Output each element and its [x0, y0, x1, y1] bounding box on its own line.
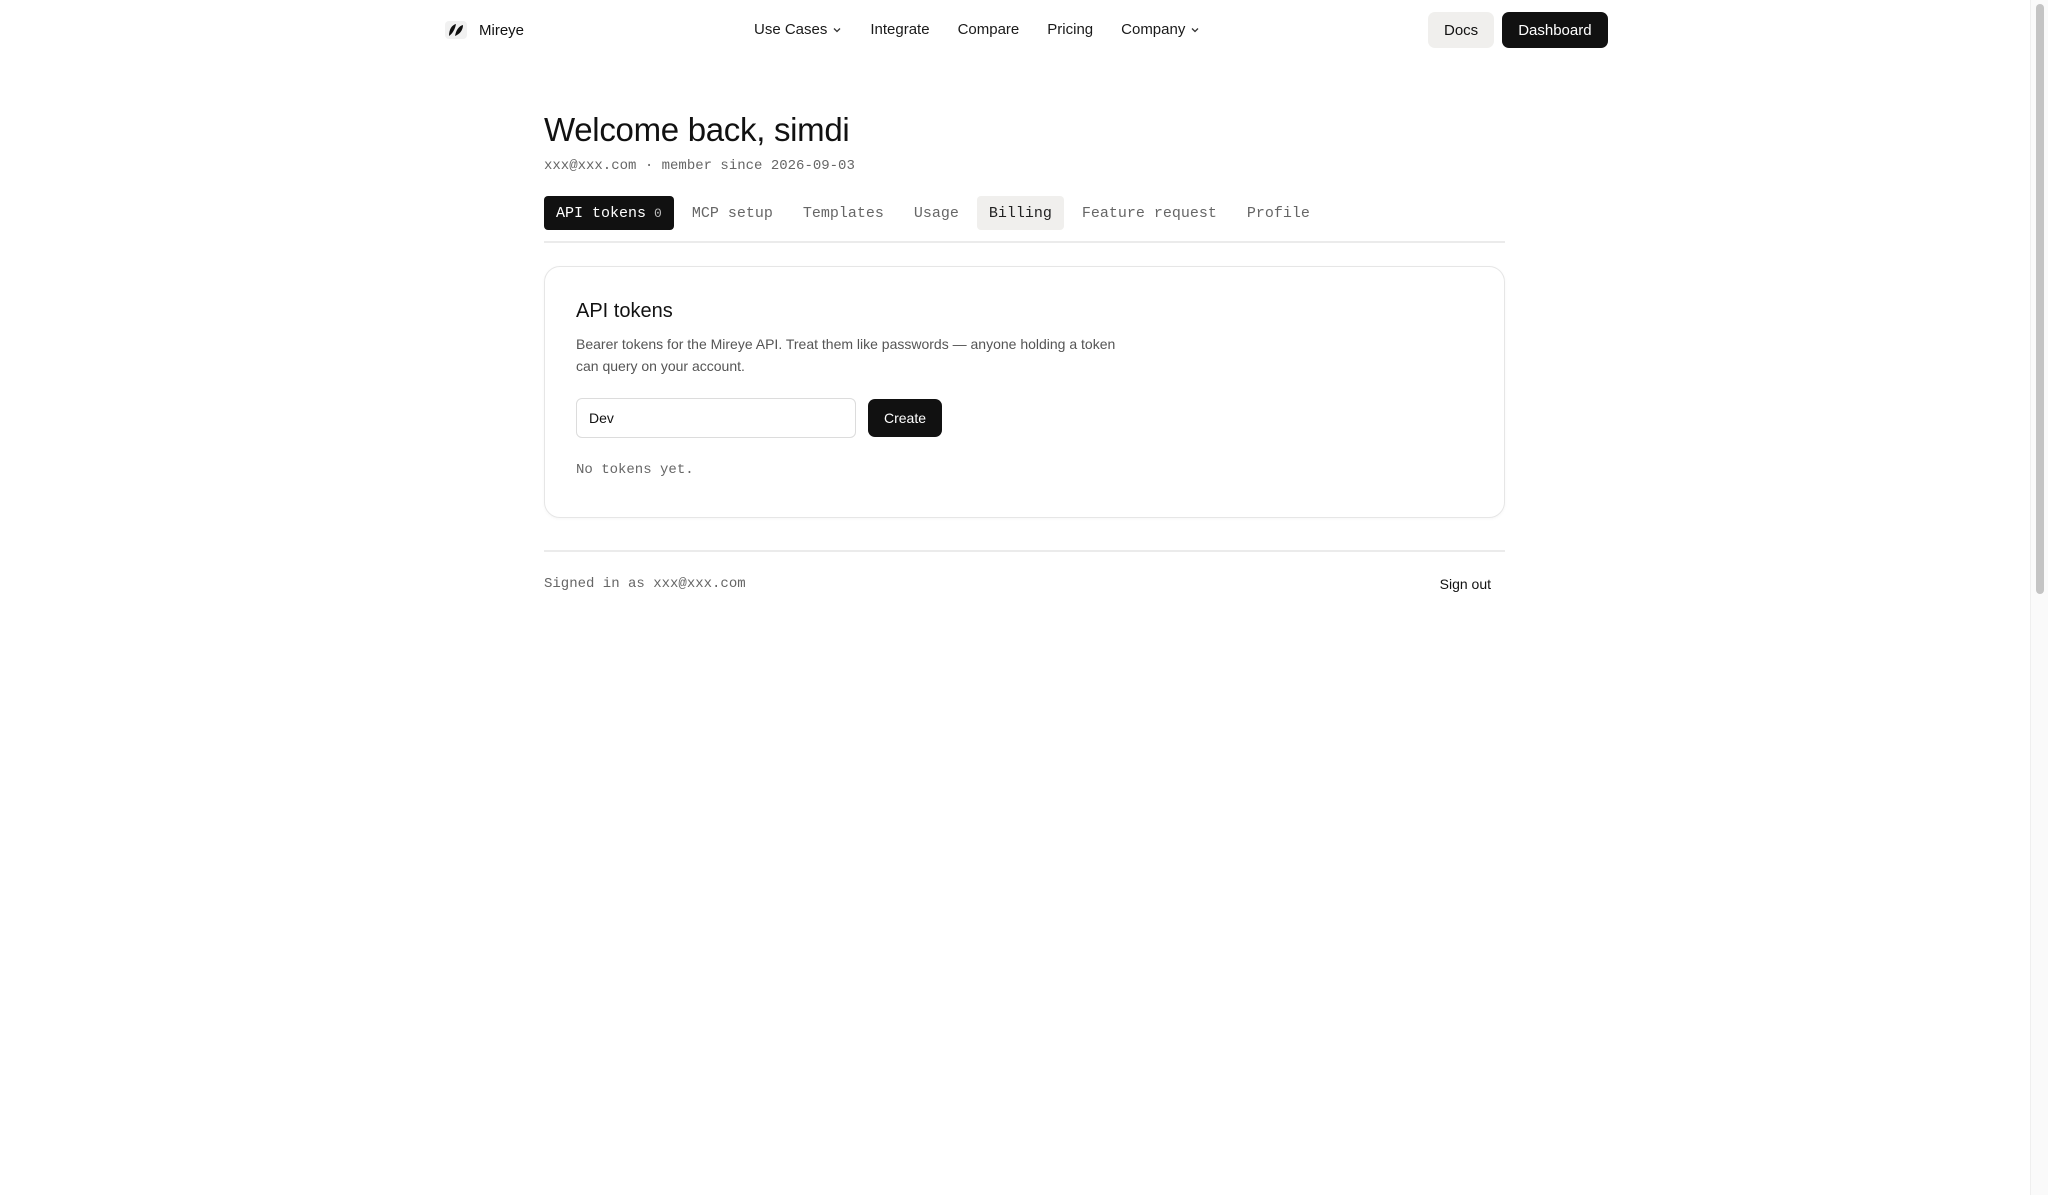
create-token-form: Create [576, 398, 1473, 438]
tabs-divider [544, 241, 1505, 243]
main-nav: Use Cases Integrate Compare Pricing Comp… [754, 21, 1200, 38]
sign-out-button[interactable]: Sign out [1440, 576, 1491, 592]
token-count-badge: 0 [654, 205, 662, 221]
scrollbar-thumb[interactable] [2036, 4, 2044, 594]
tab-usage[interactable]: Usage [902, 196, 971, 230]
brand-link[interactable]: Mireye [443, 18, 524, 42]
tab-profile[interactable]: Profile [1235, 196, 1322, 230]
page-title: Welcome back, simdi [544, 111, 850, 148]
nav-use-cases-label: Use Cases [754, 21, 828, 38]
nav-pricing[interactable]: Pricing [1047, 21, 1093, 38]
brand-name: Mireye [479, 21, 525, 39]
nav-compare[interactable]: Compare [958, 21, 1020, 38]
leaf-logo-icon [443, 18, 469, 42]
account-footer: Signed in as xxx@xxx.com Sign out [544, 576, 1505, 592]
token-name-input[interactable] [576, 398, 856, 438]
footer-divider [544, 550, 1505, 552]
dashboard-main: Welcome back, simdi xxx@xxx.com · member… [544, 108, 1505, 592]
dashboard-button[interactable]: Dashboard [1502, 12, 1608, 48]
api-tokens-card: API tokens Bearer tokens for the Mireye … [544, 266, 1505, 518]
nav-integrate-label: Integrate [870, 21, 930, 38]
tab-api-tokens-label: API tokens [556, 204, 647, 222]
tab-billing[interactable]: Billing [976, 196, 1064, 230]
nav-company[interactable]: Company [1121, 21, 1200, 38]
nav-integrate[interactable]: Integrate [870, 21, 929, 38]
page-scrollbar[interactable] [2030, 0, 2048, 1195]
chevron-down-icon [1191, 27, 1199, 32]
account-meta: xxx@xxx.com · member since 2026-09-03 [544, 158, 855, 174]
dashboard-tabs: API tokens 0 MCP setup Templates Usage B… [544, 196, 1505, 230]
nav-pricing-label: Pricing [1047, 21, 1094, 38]
nav-use-cases[interactable]: Use Cases [754, 21, 842, 38]
tab-api-tokens[interactable]: API tokens 0 [544, 196, 674, 230]
top-nav: Mireye Use Cases Integrate Compare Prici… [0, 0, 2030, 60]
tab-feature-request[interactable]: Feature request [1070, 196, 1229, 230]
docs-button[interactable]: Docs [1428, 12, 1495, 48]
chevron-down-icon [833, 27, 841, 32]
nav-company-label: Company [1121, 21, 1186, 38]
card-description: Bearer tokens for the Mireye API. Treat … [576, 336, 1116, 374]
tab-templates[interactable]: Templates [791, 196, 896, 230]
signed-in-text: Signed in as xxx@xxx.com [544, 576, 746, 592]
nav-compare-label: Compare [957, 21, 1020, 38]
card-title: API tokens [576, 300, 673, 322]
tab-mcp-setup[interactable]: MCP setup [680, 196, 785, 230]
nav-actions: Docs Dashboard [1428, 12, 1608, 48]
create-button[interactable]: Create [868, 399, 943, 437]
empty-state: No tokens yet. [576, 462, 694, 478]
